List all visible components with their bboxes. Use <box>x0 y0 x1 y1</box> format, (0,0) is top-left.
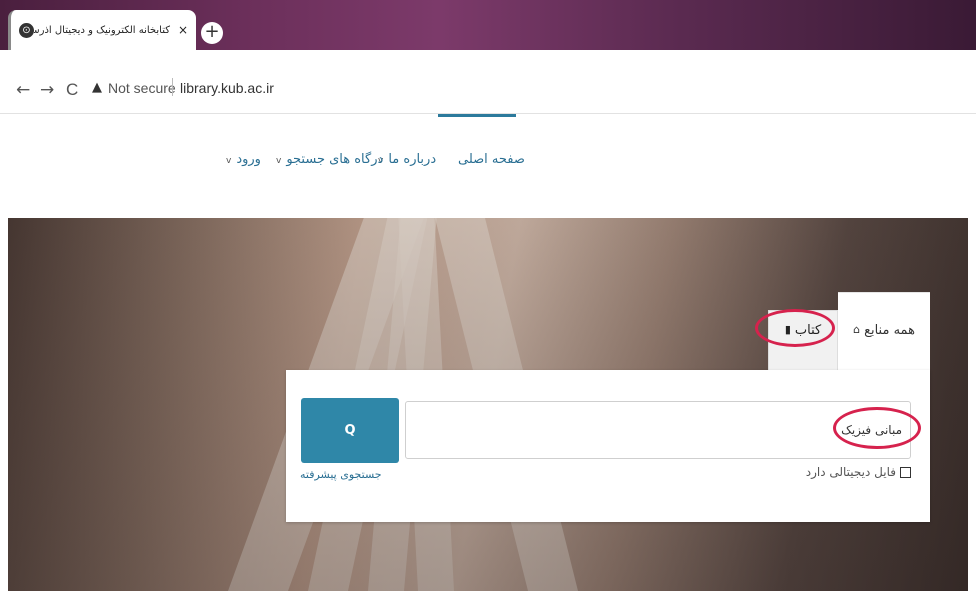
nav-about-label: درباره ما <box>388 152 437 167</box>
nav-login-label: ورود <box>236 152 261 167</box>
tab-all-resources[interactable]: همه منابع ⌂ <box>838 292 930 370</box>
reload-button[interactable]: C <box>66 80 78 100</box>
tab-all-label: همه منابع <box>864 323 915 338</box>
nav-home[interactable]: صفحه اصلی <box>458 152 525 167</box>
digital-file-checkbox[interactable] <box>900 466 911 478</box>
search-button[interactable]: Q <box>301 398 399 463</box>
security-label[interactable]: Not secure <box>108 80 176 96</box>
nav-login[interactable]: ورود v <box>226 152 261 167</box>
close-icon[interactable]: × <box>176 23 190 37</box>
active-nav-indicator <box>438 114 516 117</box>
warning-icon[interactable]: ▲ <box>92 80 102 95</box>
nav-about[interactable]: درباره ماv <box>378 152 436 167</box>
forward-button[interactable]: → <box>40 80 54 100</box>
favicon-icon: ⊙ <box>19 22 34 38</box>
library-icon: ⌂ <box>853 323 861 336</box>
search-icon: Q <box>344 423 356 438</box>
digital-file-filter[interactable]: فایل دیجیتالی دارد <box>780 463 911 481</box>
tab-title: کتابخانه الکترونیک و دیجیتال آذرسا - یک … <box>34 24 170 36</box>
nav-portals[interactable]: درگاه های جستجو v <box>276 152 383 167</box>
nav-home-label: صفحه اصلی <box>458 152 525 167</box>
new-tab-button[interactable]: + <box>201 22 223 44</box>
chevron-down-icon: v <box>226 156 232 166</box>
site-nav: صفحه اصلی درباره ماv درگاه های جستجوv ور… <box>0 152 976 182</box>
browser-tab[interactable]: ⊙ کتابخانه الکترونیک و دیجیتال آذرسا - ی… <box>8 10 196 50</box>
address-bar[interactable]: library.kub.ac.ir <box>180 80 274 96</box>
nav-portals-label: درگاه های جستجو <box>286 152 384 167</box>
annotation-ellipse <box>833 407 921 449</box>
back-button[interactable]: ← <box>16 80 30 100</box>
advanced-search-link[interactable]: جستجوی پیشرفته <box>300 468 382 481</box>
annotation-ellipse <box>755 309 835 347</box>
address-divider <box>172 78 173 96</box>
digital-file-label: فایل دیجیتالی دارد <box>805 465 896 479</box>
chevron-down-icon: v <box>276 156 282 166</box>
